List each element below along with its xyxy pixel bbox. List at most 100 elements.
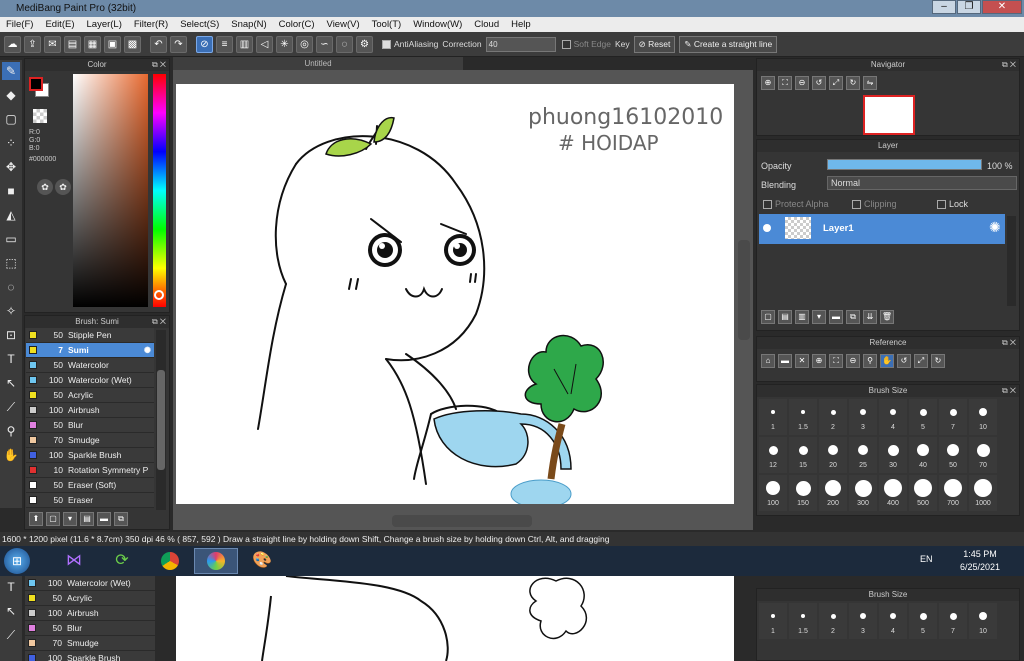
brush-item[interactable]: 50 Eraser (Soft) — [26, 478, 154, 493]
zoom-in-icon[interactable]: ⊕ — [761, 76, 775, 90]
language-indicator[interactable]: EN — [920, 554, 933, 564]
brush-item[interactable]: 100 Watercolor (Wet) — [25, 576, 155, 591]
menu-item-9[interactable]: Window(W) — [407, 19, 468, 30]
menu-item-6[interactable]: Color(C) — [273, 19, 321, 30]
hand-tool-icon[interactable]: ✋ — [2, 446, 20, 464]
brush-size-cell[interactable]: 200 — [819, 475, 847, 511]
brush-item[interactable]: 50 Acrylic — [26, 388, 154, 403]
brush-size-cell[interactable]: 1 — [759, 603, 787, 639]
brush-copy-icon[interactable]: ▤ — [80, 512, 94, 526]
menu-item-11[interactable]: Help — [505, 19, 537, 30]
brush-size-cell[interactable]: 500 — [909, 475, 937, 511]
brush-item[interactable]: 100 Airbrush — [26, 403, 154, 418]
eye-icon[interactable] — [763, 224, 771, 232]
hue-slider-handle[interactable] — [154, 290, 164, 300]
layer-settings-icon[interactable]: ✺ — [989, 219, 1001, 236]
start-button[interactable]: ⊞ — [4, 548, 30, 574]
reference-rotate-left-icon[interactable]: ↺ — [897, 354, 911, 368]
move-tool-icon[interactable]: ✥ — [2, 158, 20, 176]
navigator-thumbnail[interactable] — [863, 95, 915, 135]
palette-edit-icon[interactable]: ✿ — [55, 179, 71, 195]
brush-size-cell[interactable]: 25 — [849, 437, 877, 473]
drawing-canvas[interactable]: phuong16102010 # HOIDAP — [176, 84, 734, 509]
reference-eyedropper-icon[interactable]: ⚲ — [863, 354, 877, 368]
brush-size-cell[interactable]: 7 — [939, 603, 967, 639]
brush-size-cell[interactable]: 40 — [909, 437, 937, 473]
blending-select[interactable]: Normal — [827, 176, 1017, 190]
reference-zoom-in-icon[interactable]: ⊕ — [812, 354, 826, 368]
brush-size-cell[interactable]: 4 — [879, 603, 907, 639]
transparent-swatch[interactable] — [33, 109, 47, 123]
doc-icon[interactable]: ▤ — [64, 35, 81, 53]
soft-edge-checkbox[interactable] — [561, 39, 571, 49]
correction-select[interactable]: 40 — [485, 36, 556, 52]
brush-size-cell[interactable]: 15 — [789, 437, 817, 473]
flip-icon[interactable]: ⇋ — [863, 76, 877, 90]
document-tab[interactable]: Untitled — [173, 57, 463, 70]
snap-cross-icon[interactable]: ▥ — [236, 35, 253, 53]
snap-circle-icon[interactable]: ◎ — [296, 35, 313, 53]
cloud-icon[interactable]: ☁ — [4, 35, 21, 53]
close-button[interactable]: ✕ — [982, 0, 1022, 14]
page-icon[interactable]: ▦ — [84, 35, 101, 53]
brush-size-cell[interactable]: 1 — [759, 399, 787, 435]
antialias-checkbox[interactable] — [382, 39, 391, 49]
palette-icon[interactable]: ✿ — [37, 179, 53, 195]
brush-item[interactable]: 100 Watercolor (Wet) — [26, 373, 154, 388]
grid-icon[interactable]: ▣ — [104, 35, 121, 53]
new-halftone-layer-icon[interactable]: ▤ — [778, 310, 792, 324]
export-icon[interactable]: ⇪ — [24, 35, 41, 53]
canvas-vertical-scrollbar[interactable] — [738, 240, 750, 340]
menu-item-8[interactable]: Tool(T) — [366, 19, 408, 30]
brush-size-cell[interactable]: 20 — [819, 437, 847, 473]
brush-size-cell[interactable]: 12 — [759, 437, 787, 473]
brush-item[interactable]: 70 Smudge — [26, 433, 154, 448]
brush-size-cell[interactable]: 400 — [879, 475, 907, 511]
brush-size-cell[interactable]: 30 — [879, 437, 907, 473]
minimize-button[interactable]: – — [932, 0, 956, 14]
gradient-tool-icon[interactable]: ▭ — [2, 230, 20, 248]
brush-folder-icon[interactable]: ▬ — [97, 512, 111, 526]
menu-item-10[interactable]: Cloud — [468, 19, 505, 30]
actual-size-icon[interactable]: ⤢ — [829, 76, 843, 90]
fit-icon[interactable]: ⛶ — [778, 76, 792, 90]
brush-settings-icon[interactable]: ✺ — [144, 345, 151, 356]
brush-scrollbar-thumb[interactable] — [157, 370, 165, 470]
medibang-taskbar-icon[interactable] — [194, 548, 238, 574]
brush-size-cell[interactable]: 3 — [849, 603, 877, 639]
redo-icon[interactable]: ↷ — [170, 35, 187, 53]
chrome-icon[interactable] — [148, 548, 192, 574]
visual-studio-icon[interactable]: ⋈ — [52, 548, 96, 574]
snap-ellipse-icon[interactable]: ◌ — [336, 35, 353, 53]
clipping-checkbox[interactable] — [852, 199, 861, 209]
add-brush-icon[interactable]: ⬆ — [29, 512, 43, 526]
bucket-tool-icon[interactable]: ◭ — [2, 206, 20, 224]
brush-size-cell[interactable]: 5 — [909, 399, 937, 435]
reference-hand-icon[interactable]: ✋ — [880, 354, 894, 368]
layer-menu-icon[interactable]: ▾ — [812, 310, 826, 324]
comment-icon[interactable]: ✉ — [44, 35, 61, 53]
brush-size-cell[interactable]: 2 — [819, 603, 847, 639]
clipping-option[interactable]: Clipping — [852, 199, 897, 209]
brush-size-cell[interactable]: 7 — [939, 399, 967, 435]
reset-button[interactable]: ⊘ Reset — [633, 35, 676, 53]
protect-alpha-option[interactable]: Protect Alpha — [763, 199, 829, 209]
layer-scrollbar[interactable] — [1007, 216, 1016, 306]
brush-item[interactable]: 100 Sparkle Brush — [25, 651, 155, 661]
reference-home-icon[interactable]: ⌂ — [761, 354, 775, 368]
protect-alpha-checkbox[interactable] — [763, 199, 772, 209]
brush-size-cell[interactable]: 2 — [819, 399, 847, 435]
brush-size-cell[interactable]: 5 — [909, 603, 937, 639]
brush-size-cell[interactable]: 100 — [759, 475, 787, 511]
snap-vanish-icon[interactable]: ◁ — [256, 35, 273, 53]
brush-size-cell[interactable]: 4 — [879, 399, 907, 435]
new-8bit-layer-icon[interactable]: ▥ — [795, 310, 809, 324]
app-green-icon[interactable]: ⟳ — [100, 548, 144, 574]
reference-actual-size-icon[interactable]: ⤢ — [914, 354, 928, 368]
delete-layer-icon[interactable]: 🗑 — [880, 310, 894, 324]
lasso-tool-icon[interactable]: ◌ — [2, 278, 20, 296]
divide-tool-icon[interactable]: ⟋ — [2, 398, 20, 416]
reference-zoom-out-icon[interactable]: ⊖ — [846, 354, 860, 368]
brush-item[interactable]: 50 Blur — [25, 621, 155, 636]
color-swatches[interactable] — [29, 77, 51, 99]
